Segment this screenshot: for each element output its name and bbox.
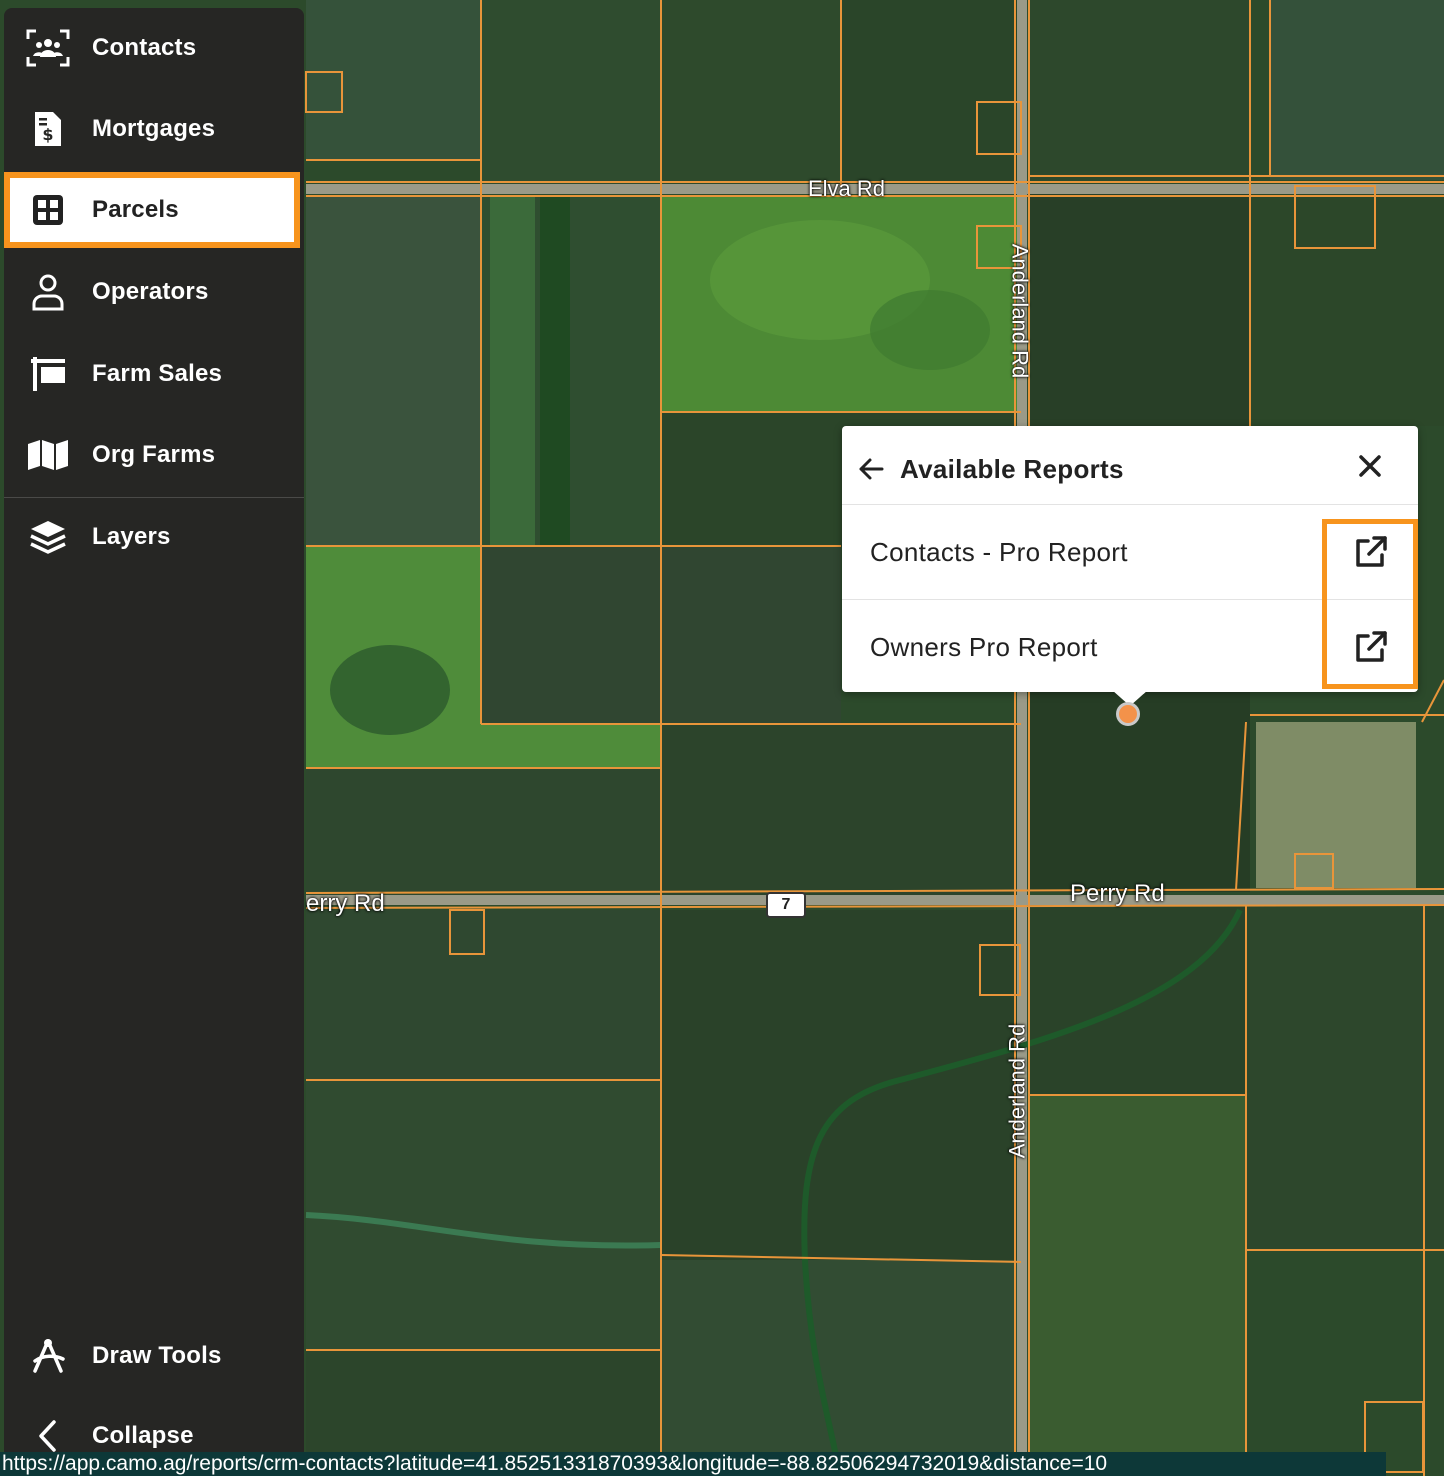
road-label-elva: Elva Rd: [808, 176, 886, 201]
sidebar-item-label: Org Farms: [92, 441, 216, 468]
map-icon: [26, 433, 70, 477]
sidebar-item-layers[interactable]: Layers: [4, 499, 304, 575]
sidebar-item-draw-tools[interactable]: Draw Tools: [4, 1318, 304, 1394]
report-label: Owners Pro Report: [870, 632, 1098, 662]
sidebar-item-label: Operators: [92, 278, 209, 305]
link-status-bar: https://app.camo.ag/reports/crm-contacts…: [0, 1452, 1386, 1476]
sidebar-item-operators[interactable]: Operators: [4, 254, 304, 330]
sidebar-item-mortgages[interactable]: $ Mortgages: [4, 91, 304, 167]
sidebar-item-farm-sales[interactable]: Farm Sales: [4, 336, 304, 412]
contacts-icon: [26, 26, 70, 70]
sidebar-item-label: Collapse: [92, 1422, 194, 1449]
external-link-highlight: [1322, 519, 1418, 689]
popup-header: Available Reports: [842, 426, 1418, 505]
close-icon[interactable]: [1356, 452, 1384, 480]
map-location-pin[interactable]: [1116, 702, 1140, 726]
sidebar-item-label: Layers: [92, 523, 171, 550]
draw-tools-icon: [26, 1334, 70, 1378]
svg-text:$: $: [42, 125, 53, 144]
sidebar-item-label: Draw Tools: [92, 1342, 222, 1369]
sidebar-item-label: Contacts: [92, 34, 197, 61]
sidebar-divider: [4, 497, 304, 498]
sidebar: Contacts $ Mortgages Parcels Operators F…: [4, 8, 304, 1458]
sidebar-item-parcels[interactable]: Parcels: [4, 172, 300, 248]
sidebar-item-label: Farm Sales: [92, 360, 223, 387]
mortgage-document-icon: $: [26, 107, 70, 151]
road-label-perry-left: erry Rd: [306, 890, 385, 917]
popup-title: Available Reports: [900, 454, 1124, 484]
road-label-anderland-bottom: Anderland Rd: [1004, 1023, 1030, 1159]
route-shield: 7: [766, 892, 806, 918]
report-label: Contacts - Pro Report: [870, 537, 1128, 567]
sidebar-item-label: Mortgages: [92, 115, 216, 142]
parcels-grid-icon: [26, 188, 70, 232]
operator-person-icon: [26, 270, 70, 314]
sidebar-item-org-farms[interactable]: Org Farms: [4, 417, 304, 493]
sidebar-item-contacts[interactable]: Contacts: [4, 10, 304, 86]
layers-icon: [26, 515, 70, 559]
sidebar-item-label: Parcels: [92, 196, 179, 223]
back-arrow-icon[interactable]: [856, 454, 886, 484]
road-label-anderland-top: Anderland Rd: [1007, 243, 1033, 379]
farm-sales-sign-icon: [26, 352, 70, 396]
road-label-perry-right: Perry Rd: [1070, 880, 1165, 907]
